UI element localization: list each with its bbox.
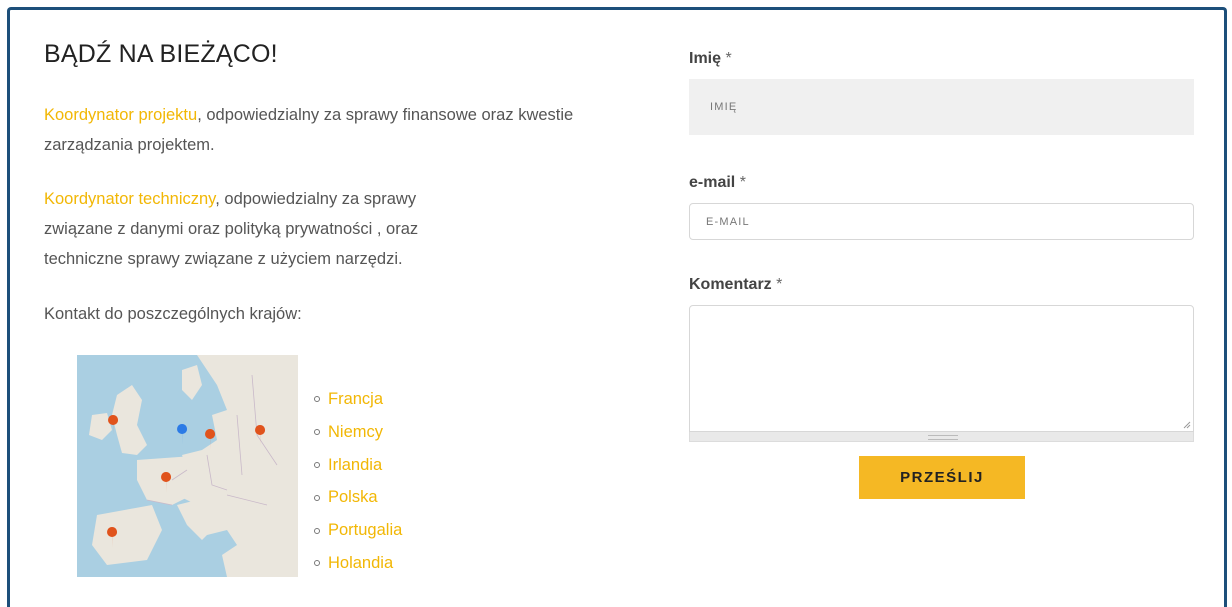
resize-grip-icon[interactable] bbox=[1183, 421, 1191, 429]
bullet-icon bbox=[314, 527, 320, 534]
submit-button[interactable]: PRZEŚLIJ bbox=[859, 456, 1025, 499]
bullet-icon bbox=[314, 494, 320, 501]
name-label: Imię * bbox=[689, 50, 732, 67]
country-item[interactable]: Polska bbox=[314, 481, 402, 514]
technical-coordinator-link[interactable]: Koordynator techniczny bbox=[44, 190, 215, 208]
countries-label: Kontakt do poszczególnych krajów: bbox=[44, 305, 302, 323]
contact-form: Imię * IMIĘ e-mail * E-MAIL Komentarz * … bbox=[689, 48, 1194, 499]
country-item[interactable]: Irlandia bbox=[314, 449, 402, 482]
bullet-icon bbox=[314, 560, 320, 567]
contact-info-section: BĄDŹ NA BIEŻĄCO! Koordynator projektu, o… bbox=[44, 40, 604, 577]
page-title: BĄDŹ NA BIEŻĄCO! bbox=[44, 40, 278, 68]
country-item[interactable]: Portugalia bbox=[314, 514, 402, 547]
drag-handle-icon[interactable] bbox=[928, 435, 958, 440]
bullet-icon bbox=[314, 461, 320, 468]
country-item[interactable]: Holandia bbox=[314, 547, 402, 580]
technical-coordinator-text: Koordynator techniczny, odpowiedzialny z… bbox=[44, 190, 419, 268]
comment-textarea[interactable] bbox=[689, 305, 1194, 432]
email-label: e-mail * bbox=[689, 174, 746, 191]
comment-label: Komentarz * bbox=[689, 276, 783, 293]
bullet-icon bbox=[314, 429, 320, 436]
email-input[interactable]: E-MAIL bbox=[689, 203, 1194, 240]
country-item[interactable]: Francja bbox=[314, 383, 402, 416]
textarea-resize-bar[interactable] bbox=[689, 432, 1194, 442]
project-coordinator-link[interactable]: Koordynator projektu bbox=[44, 106, 197, 124]
bullet-icon bbox=[314, 396, 320, 403]
europe-map bbox=[77, 355, 298, 577]
name-input[interactable]: IMIĘ bbox=[689, 79, 1194, 135]
country-item[interactable]: Niemcy bbox=[314, 416, 402, 449]
project-coordinator-text: Koordynator projektu, odpowiedzialny za … bbox=[44, 106, 574, 154]
countries-list: Francja Niemcy Irlandia Polska Portugali… bbox=[314, 383, 402, 580]
europe-map-icon bbox=[77, 355, 298, 577]
